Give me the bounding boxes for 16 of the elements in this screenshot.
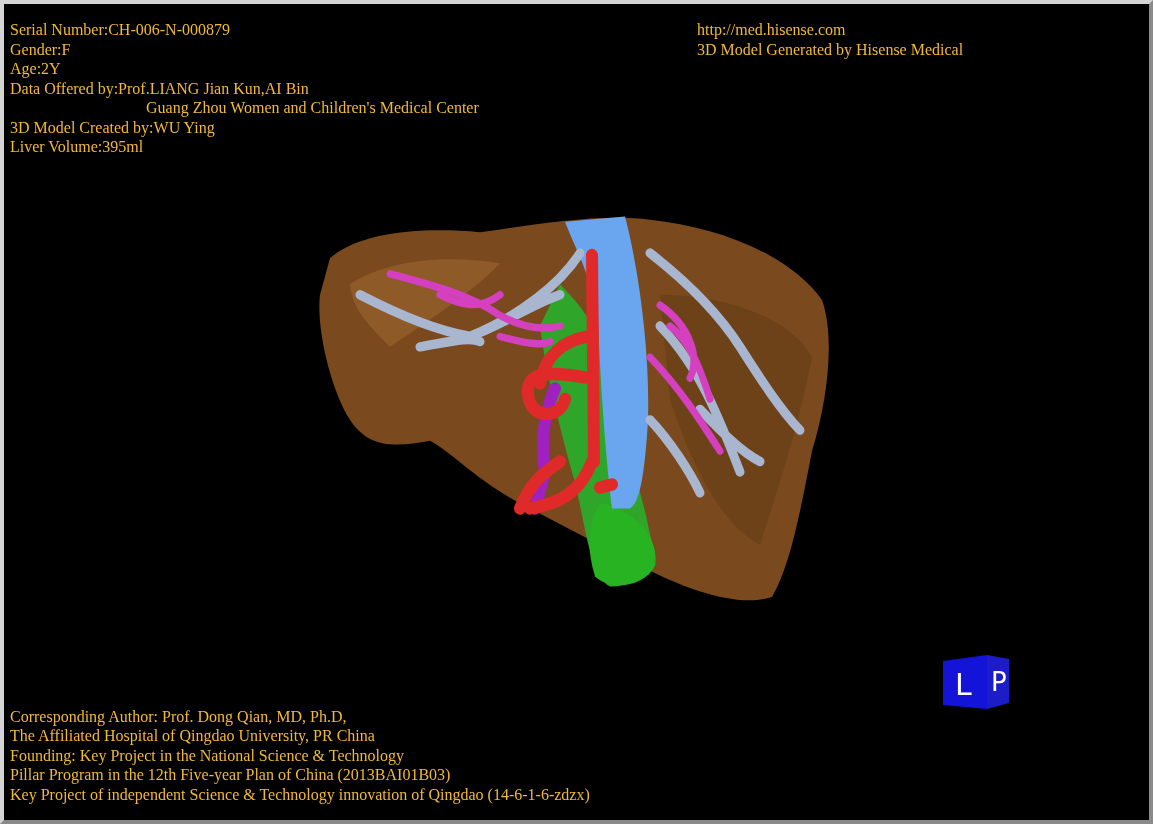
credit-text: Founding: Key Project in the National Science & Technology	[10, 745, 406, 765]
credit-text: Pillar Program in the 12th Five-year Plan of China (2013BAI01B03)	[10, 765, 452, 785]
info-text: 3D Model Generated by Hisense Medical	[697, 39, 965, 59]
info-text: Serial Number:CH-006-N-000879	[10, 20, 231, 40]
info-text: Data Offered by:Prof.LIANG Jian Kun,AI Bin	[10, 78, 310, 98]
info-text: Gender:F	[10, 39, 72, 59]
credit-text: The Affiliated Hospital of Qingdao University, PR China	[10, 726, 376, 746]
cube-label: L	[955, 666, 972, 702]
credit-text: Corresponding Author: Prof. Dong Qian, MD, Ph.D,	[10, 706, 348, 726]
info-text: http://med.hisense.com	[697, 20, 847, 40]
info-text: Guang Zhou Women and Children's Medical Center	[145, 98, 479, 118]
info-text: Age:2Y	[10, 59, 62, 79]
info-text: 3D Model Created by:WU Ying	[10, 117, 216, 137]
info-text: Liver Volume:395ml	[10, 137, 145, 157]
cube-label: P	[991, 666, 1007, 697]
credit-text: Key Project of independent Science & Technology innovation of Qingdao (14-6-1-6-zdzx)	[10, 784, 591, 804]
